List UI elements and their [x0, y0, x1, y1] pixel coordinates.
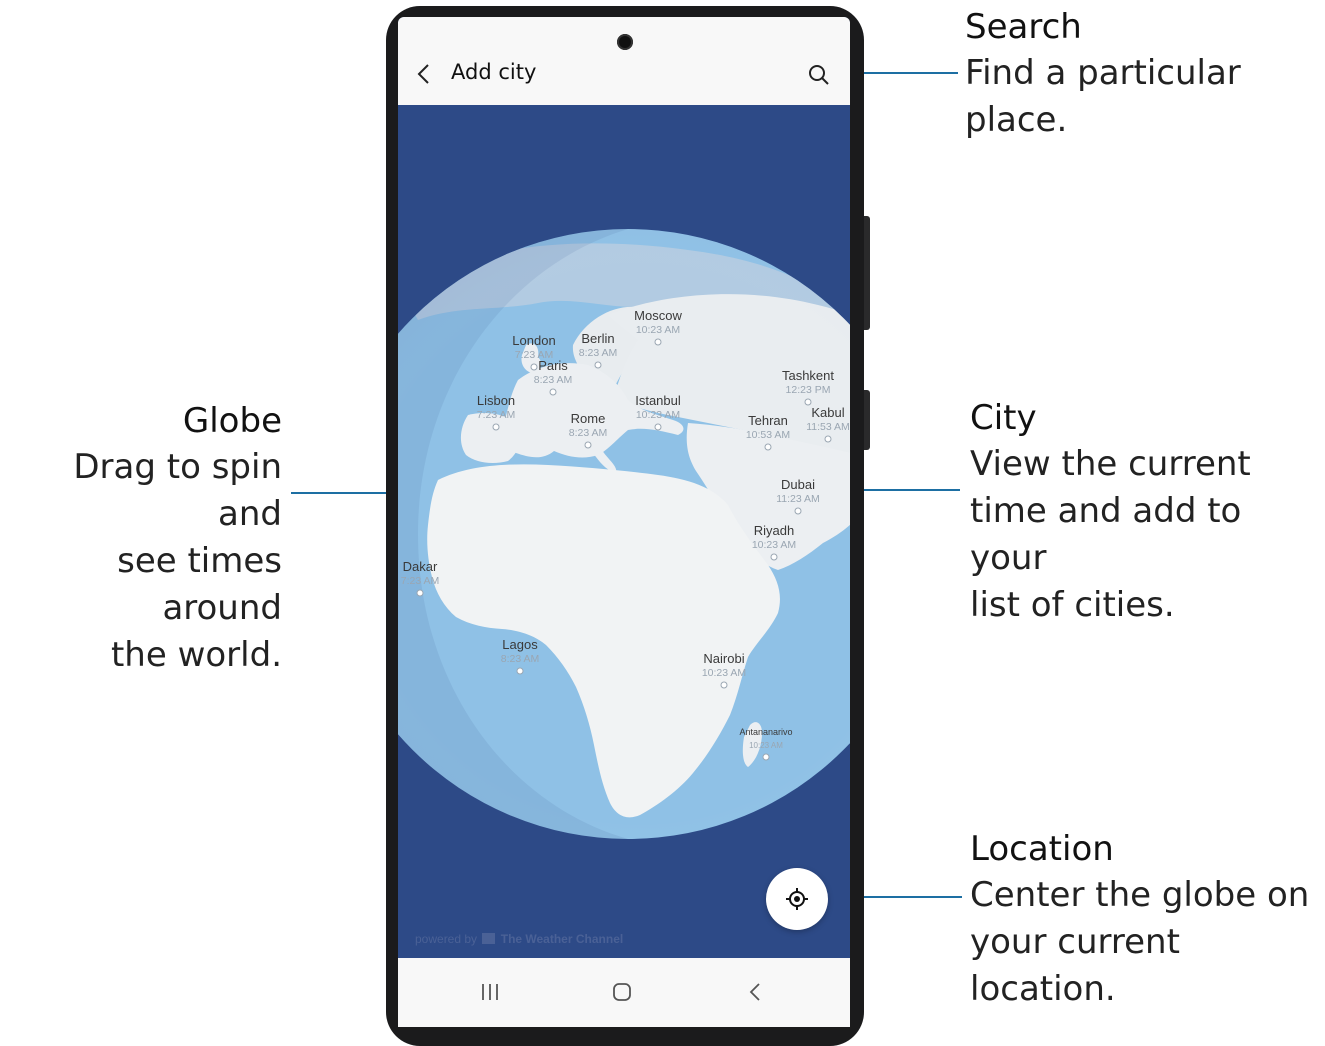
globe-callout-title: Globe	[182, 401, 282, 441]
city-time: 7:23 AM	[477, 409, 516, 421]
city-dot	[492, 423, 500, 431]
search-callout: Search Find a particular place.	[965, 4, 1241, 144]
attribution: powered by The Weather Channel	[415, 932, 623, 946]
globe-svg: Moscow10:23 AMLondon7:23 AMBerlin8:23 AM…	[398, 229, 850, 839]
back-nav-icon[interactable]	[735, 972, 775, 1012]
city-name: Rome	[571, 411, 606, 426]
back-arrow-icon[interactable]	[412, 61, 438, 87]
city-dot	[416, 589, 424, 597]
city-time: 10:23 AM	[752, 539, 796, 551]
city-name: Berlin	[581, 331, 614, 346]
city-time: 11:53 AM	[806, 421, 850, 433]
city-name: Nairobi	[703, 651, 744, 666]
city-time: 10:23 AM	[636, 324, 680, 336]
city-name: Tashkent	[782, 368, 834, 383]
search-callout-desc-line: Find a particular	[965, 53, 1241, 93]
city-name: Paris	[538, 358, 568, 373]
globe-callout: Globe Drag to spin and see times around …	[0, 398, 282, 679]
city-dot	[549, 388, 557, 396]
location-callout: Location Center the globe on your curren…	[970, 826, 1325, 1013]
search-callout-desc-line: place.	[965, 100, 1068, 140]
city-dot	[654, 338, 662, 346]
city-name: Kabul	[811, 405, 844, 420]
camera-icon	[617, 34, 633, 50]
city-name: Tehran	[748, 413, 788, 428]
city-time: 12:23 PM	[786, 384, 831, 396]
city-name: Dubai	[781, 477, 815, 492]
city-dot	[720, 681, 728, 689]
city-time: 7:23 AM	[401, 575, 440, 587]
location-button[interactable]	[766, 868, 828, 930]
city-callout-title: City	[970, 398, 1037, 438]
app-bar: Add city	[398, 17, 850, 105]
globe[interactable]: Moscow 10:23 AM London 7:23 AM Berlin 8:23 AM…	[398, 225, 850, 839]
city-dot	[794, 507, 802, 515]
city-dot	[530, 363, 538, 371]
city-name: Istanbul	[635, 393, 681, 408]
search-callout-title: Search	[965, 7, 1082, 47]
location-callout-title: Location	[970, 829, 1114, 869]
city-time: 8:23 AM	[579, 347, 618, 359]
city-dot	[824, 435, 832, 443]
city-time: 10:23 AM	[702, 667, 746, 679]
recent-apps-icon[interactable]	[470, 972, 510, 1012]
city-time: 10:53 AM	[746, 429, 790, 441]
city-name: London	[512, 333, 555, 348]
my-location-icon	[786, 888, 808, 910]
location-callout-desc-line: Center the globe on	[970, 875, 1310, 915]
city-callout: City View the current time and add to yo…	[970, 395, 1325, 629]
volume-button	[864, 216, 870, 330]
city-callout-desc-line: View the current	[970, 444, 1251, 484]
city-time: 11:23 AM	[776, 493, 820, 505]
home-icon[interactable]	[602, 972, 642, 1012]
attribution-brand: The Weather Channel	[500, 932, 624, 946]
city-dot	[770, 553, 778, 561]
weather-channel-logo-icon	[482, 933, 496, 944]
city-name: Riyadh	[754, 523, 794, 538]
city-name: Lagos	[502, 637, 538, 652]
city-dot	[594, 361, 602, 369]
city-dot	[762, 753, 770, 761]
globe-callout-desc-line: Drag to spin and	[73, 447, 282, 534]
city-dot	[584, 441, 592, 449]
city-callout-desc-line: list of cities.	[970, 585, 1175, 625]
city-time: 8:23 AM	[501, 653, 540, 665]
city-callout-desc-line: time and add to your	[970, 491, 1242, 578]
city-dot	[516, 667, 524, 675]
power-button	[864, 390, 870, 450]
city-name: Moscow	[634, 308, 682, 323]
city-dot	[804, 398, 812, 406]
city-time: 8:23 AM	[534, 374, 573, 386]
city-name: Lisbon	[477, 393, 515, 408]
navigation-bar	[398, 958, 850, 1027]
city-time: 10:23 AM	[749, 741, 783, 750]
globe-callout-desc-line: see times around	[117, 541, 282, 628]
city-dot	[654, 423, 662, 431]
city-name: Dakar	[403, 559, 438, 574]
page-title: Add city	[451, 60, 537, 84]
globe-callout-desc-line: the world.	[110, 635, 282, 675]
search-icon[interactable]	[806, 62, 832, 88]
attribution-prefix: powered by	[415, 932, 478, 946]
location-callout-desc-line: your current location.	[970, 922, 1180, 1009]
city-dot	[764, 443, 772, 451]
city-time: 8:23 AM	[569, 427, 608, 439]
phone-screen: Moscow 10:23 AM London 7:23 AM Berlin 8:23 AM…	[398, 17, 850, 1027]
city-time: 10:23 AM	[636, 409, 680, 421]
city-name: Antananarivo	[739, 727, 792, 737]
